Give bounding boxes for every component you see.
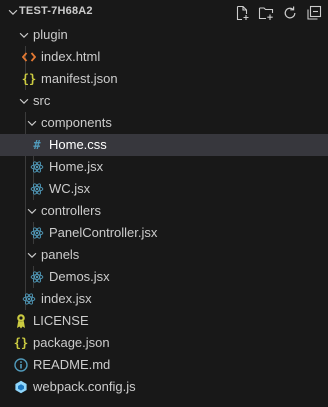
- file-label: Home.jsx: [49, 159, 104, 174]
- folder-label: src: [33, 93, 51, 108]
- tree-file-index-jsx[interactable]: index.jsx: [0, 288, 328, 310]
- refresh-button[interactable]: [280, 3, 300, 23]
- react-file-icon: [29, 266, 45, 288]
- file-label: index.html: [41, 49, 101, 64]
- file-label: README.md: [33, 357, 111, 372]
- tree-folder-plugin[interactable]: plugin: [0, 24, 328, 46]
- css-file-icon: #: [33, 138, 41, 152]
- tree-file-readme-md[interactable]: README.md: [0, 354, 328, 376]
- react-file-icon: [21, 288, 37, 310]
- chevron-down-icon[interactable]: [17, 94, 31, 108]
- json-file-icon: {}: [21, 72, 37, 86]
- file-label: index.jsx: [41, 291, 92, 306]
- tree-file-home-jsx[interactable]: Home.jsx: [0, 156, 328, 178]
- file-label: package.json: [33, 335, 110, 350]
- folder-label: components: [41, 115, 112, 130]
- file-label: webpack.config.js: [33, 379, 136, 394]
- file-label: Demos.jsx: [49, 269, 110, 284]
- new-file-icon: [236, 5, 249, 21]
- tree-folder-src[interactable]: src: [0, 90, 328, 112]
- react-file-icon: [29, 178, 45, 200]
- chevron-down-icon[interactable]: [6, 5, 20, 19]
- new-folder-icon: [258, 7, 274, 20]
- license-file-icon: [13, 310, 29, 332]
- chevron-down-icon[interactable]: [25, 116, 39, 130]
- tree-file-panelcontroller-jsx[interactable]: PanelController.jsx: [0, 222, 328, 244]
- new-file-button[interactable]: [232, 3, 252, 23]
- html-file-icon: [21, 46, 37, 68]
- react-file-icon: [29, 156, 45, 178]
- file-label: Home.css: [49, 137, 107, 152]
- tree-file-license[interactable]: LICENSE: [0, 310, 328, 332]
- tree-file-manifest-json[interactable]: {} manifest.json: [0, 68, 328, 90]
- react-file-icon: [29, 222, 45, 244]
- tree-file-home-css[interactable]: # Home.css: [0, 134, 328, 156]
- file-tree: plugin index.html {} manifest.json src c…: [0, 24, 328, 398]
- chevron-down-icon[interactable]: [17, 28, 31, 42]
- file-label: WC.jsx: [49, 181, 91, 196]
- folder-label: plugin: [33, 27, 68, 42]
- collapse-all-icon: [307, 5, 322, 20]
- new-folder-button[interactable]: [256, 3, 276, 23]
- tree-file-index-html[interactable]: index.html: [0, 46, 328, 68]
- explorer-actions: [232, 3, 324, 23]
- workspace-title[interactable]: TEST-7H68A2: [19, 5, 93, 17]
- file-label: PanelController.jsx: [49, 225, 158, 240]
- tree-file-demos-jsx[interactable]: Demos.jsx: [0, 266, 328, 288]
- explorer-header[interactable]: TEST-7H68A2: [0, 0, 328, 25]
- tree-file-package-json[interactable]: {} package.json: [0, 332, 328, 354]
- webpack-file-icon: [13, 376, 29, 398]
- tree-folder-controllers[interactable]: controllers: [0, 200, 328, 222]
- chevron-down-icon[interactable]: [25, 204, 39, 218]
- json-file-icon: {}: [13, 336, 29, 350]
- file-explorer: TEST-7H68A2 plugin index.html {} manifes…: [0, 0, 328, 407]
- folder-label: controllers: [41, 203, 101, 218]
- folder-label: panels: [41, 247, 80, 262]
- tree-folder-panels[interactable]: panels: [0, 244, 328, 266]
- tree-file-wc-jsx[interactable]: WC.jsx: [0, 178, 328, 200]
- file-label: LICENSE: [33, 313, 89, 328]
- tree-file-webpack-config-js[interactable]: webpack.config.js: [0, 376, 328, 398]
- file-label: manifest.json: [41, 71, 118, 86]
- info-file-icon: [13, 354, 29, 376]
- refresh-icon: [284, 6, 296, 19]
- collapse-all-button[interactable]: [304, 3, 324, 23]
- chevron-down-icon[interactable]: [25, 248, 39, 262]
- tree-folder-components[interactable]: components: [0, 112, 328, 134]
